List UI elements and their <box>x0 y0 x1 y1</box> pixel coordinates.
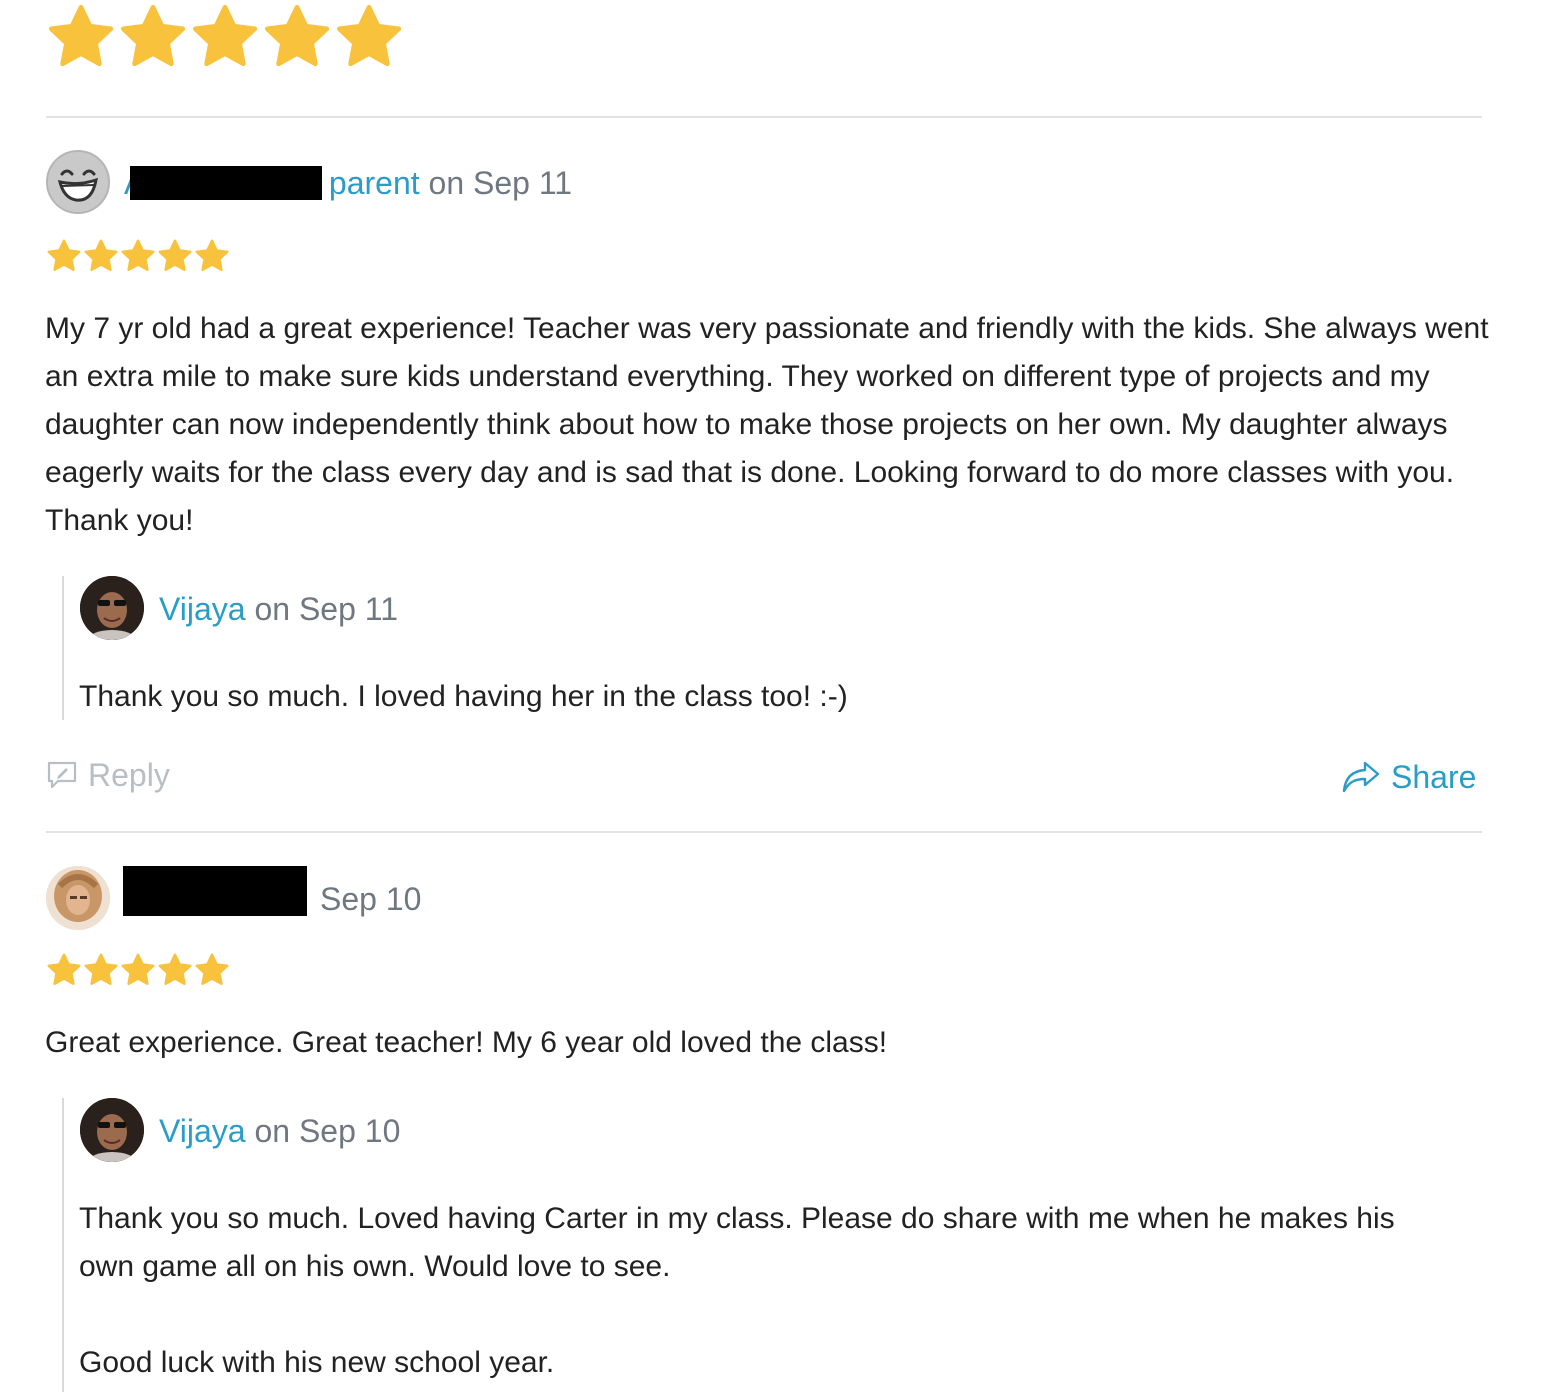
review-author-line: parent on Sep 11 <box>320 163 572 203</box>
star-icon <box>46 2 116 72</box>
star-icon <box>120 238 156 274</box>
star-icon <box>157 952 193 988</box>
share-button[interactable]: Share <box>1341 757 1476 797</box>
reply-author-line: Vijaya on Sep 11 <box>159 589 398 629</box>
teacher-name-link[interactable]: Vijaya <box>159 591 246 627</box>
reviewer-photo-icon <box>46 866 110 930</box>
star-icon <box>334 2 404 72</box>
share-label: Share <box>1391 759 1477 795</box>
reply-date: on Sep 10 <box>254 1113 401 1149</box>
overall-rating <box>46 2 404 72</box>
review-author-line: Sep 10 <box>320 879 421 919</box>
star-icon <box>83 238 119 274</box>
star-icon <box>262 2 332 72</box>
teacher-avatar <box>80 1098 144 1162</box>
redacted-name <box>123 866 307 916</box>
teacher-photo-icon <box>80 1098 144 1162</box>
star-icon <box>120 952 156 988</box>
reply-text: Thank you so much. Loved having Carter i… <box>79 1202 1395 1283</box>
share-icon <box>1342 761 1380 793</box>
grinning-face-icon <box>48 152 108 212</box>
teacher-name-link[interactable]: Vijaya <box>159 1113 246 1149</box>
reviewer-role-link[interactable]: parent <box>320 165 420 201</box>
star-icon <box>46 952 82 988</box>
star-icon <box>83 952 119 988</box>
review-rating <box>46 238 230 274</box>
star-icon <box>194 238 230 274</box>
teacher-avatar <box>80 576 144 640</box>
divider <box>46 116 1482 118</box>
reply-icon <box>47 761 77 789</box>
reviewer-avatar <box>46 866 110 930</box>
star-icon <box>118 2 188 72</box>
review-date: on Sep 11 <box>428 165 573 201</box>
divider <box>46 831 1482 833</box>
teacher-photo-icon <box>80 576 144 640</box>
star-icon <box>190 2 260 72</box>
reply-button[interactable]: Reply <box>46 755 170 795</box>
reply-date: on Sep 11 <box>254 591 398 627</box>
reply-text: Thank you so much. I loved having her in… <box>79 680 848 713</box>
redacted-name <box>130 166 322 200</box>
review-rating <box>46 952 230 988</box>
reply-label: Reply <box>88 757 170 793</box>
reviewer-avatar <box>46 150 110 214</box>
review-text: Great experience. Great teacher! My 6 ye… <box>45 1026 888 1059</box>
reply-text: Good luck with his new school year. <box>79 1346 555 1379</box>
reply-author-line: Vijaya on Sep 10 <box>159 1111 400 1151</box>
star-icon <box>194 952 230 988</box>
star-icon <box>157 238 193 274</box>
review-text: My 7 yr old had a great experience! Teac… <box>45 312 1489 537</box>
star-icon <box>46 238 82 274</box>
review-date: Sep 10 <box>320 881 422 917</box>
